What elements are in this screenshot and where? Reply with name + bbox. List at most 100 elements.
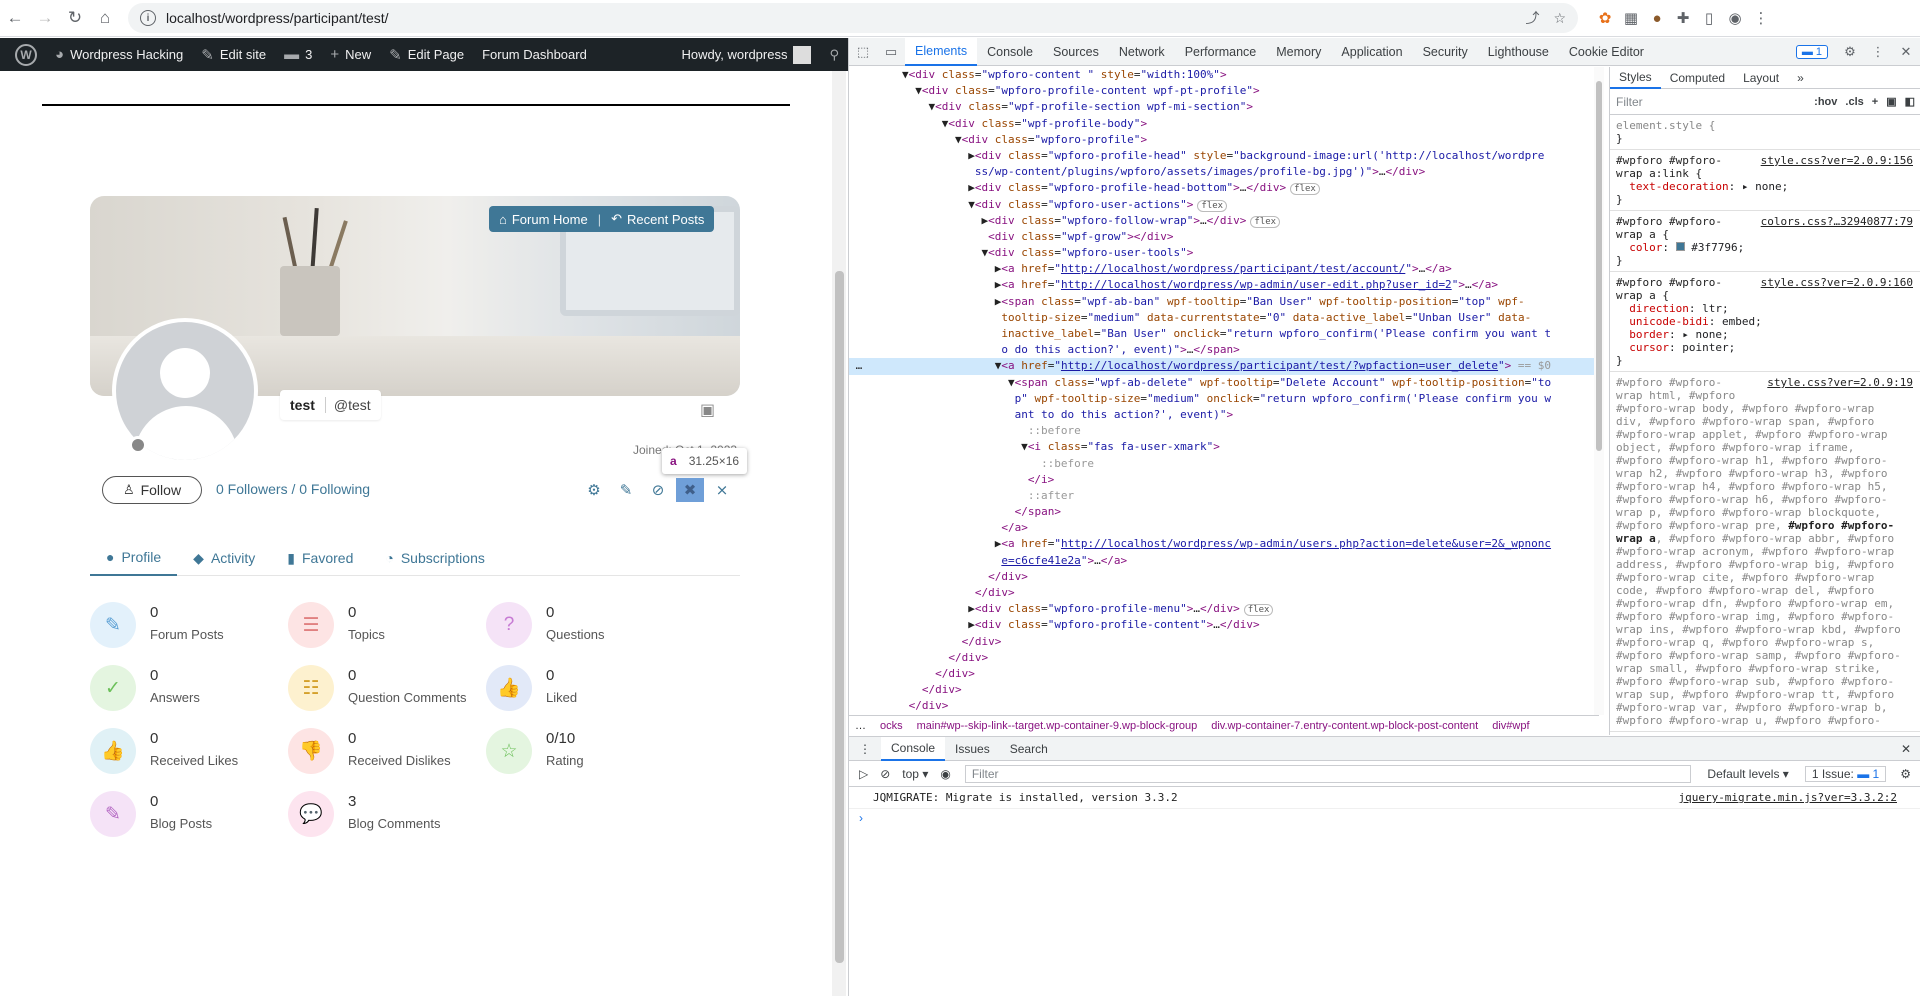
ban-user-icon[interactable]: ⊘ [644,478,672,502]
eye-icon[interactable]: ◉ [940,767,950,781]
tab-security[interactable]: Security [1413,38,1478,66]
devtools-tabbar: ⬚ ▭ Elements Console Sources Network Per… [849,37,1920,66]
styles-tabs: Styles Computed Layout » [1610,67,1920,89]
stat-item: 👎 0 Received Dislikes [288,728,451,774]
delete-account-icon[interactable]: ✖ [676,478,704,502]
breadcrumb-item[interactable]: ocks [880,720,903,732]
share-icon[interactable]: ⤴ [1525,8,1539,28]
tab-memory[interactable]: Memory [1266,38,1331,66]
stat-value: 3 [348,793,357,810]
breadcrumb-item[interactable]: div.wp-container-7.entry-content.wp-bloc… [1211,720,1478,732]
issues-badge[interactable]: ▬ 1 [1795,44,1828,59]
tab-favored[interactable]: ▮ Favored [271,540,369,576]
follow-button[interactable]: ♙ Follow [102,476,202,504]
more-tabs-icon[interactable]: » [1788,67,1813,89]
cover-photo-icon[interactable]: ▣ [700,400,715,420]
context-select[interactable]: top ▾ [902,767,928,781]
drawer-tab-search[interactable]: Search [1000,737,1058,761]
console-source-link[interactable]: jquery-migrate.min.js?ver=3.3.2:2 [1678,791,1897,804]
online-status-dot [129,436,147,454]
tab-console[interactable]: Console [977,38,1043,66]
tab-layout[interactable]: Layout [1734,67,1788,89]
extension-icon[interactable]: ✿ [1592,5,1618,31]
forward-icon[interactable]: → [30,3,60,33]
tab-sources[interactable]: Sources [1043,38,1109,66]
new-content-link[interactable]: + New [321,38,380,71]
recent-posts-link[interactable]: Recent Posts [627,212,704,227]
tab-performance[interactable]: Performance [1175,38,1267,66]
follow-counts[interactable]: 0 Followers / 0 Following [216,481,370,497]
howdy-account[interactable]: Howdy, wordpress [673,38,821,71]
comments-link[interactable]: ▬ 3 [275,38,321,71]
sidebar-toggle-icon[interactable]: ◧ [1905,95,1915,108]
breadcrumb-item[interactable]: div#wpf [1492,720,1529,732]
inspect-icon[interactable]: ⬚ [849,38,877,66]
forum-home-link[interactable]: Forum Home [512,212,588,227]
console-settings-icon[interactable]: ⚙ [1900,767,1911,781]
extension-qr-icon[interactable]: ▦ [1618,5,1644,31]
tab-subscriptions[interactable]: ◔ Subscriptions [369,540,501,576]
hov-toggle[interactable]: :hov [1814,96,1837,108]
home-icon[interactable]: ⌂ [90,3,120,33]
dom-tree-scrollbar[interactable] [1594,67,1604,715]
forum-dashboard-link[interactable]: Forum Dashboard [473,38,596,71]
drawer-tab-console[interactable]: Console [881,736,946,761]
wordpress-icon: W [15,43,37,66]
site-name-link[interactable]: ◕ Wordpress Hacking [46,38,192,71]
breadcrumb-item[interactable]: main#wp--skip-link--target.wp-container-… [917,720,1198,732]
tab-network[interactable]: Network [1109,38,1175,66]
dom-tree[interactable]: ▼<div class="wpforo-content " style="wid… [849,67,1599,715]
styles-filter[interactable]: Filter :hov .cls + ▣ ◧ [1610,89,1920,115]
cookie-icon[interactable]: ● [1644,5,1670,31]
tab-activity[interactable]: ◆ Activity [177,540,271,576]
levels-select[interactable]: Default levels ▾ [1707,767,1788,781]
site-info-icon[interactable]: i [140,10,156,26]
paint-icon[interactable]: ▣ [1886,95,1896,108]
edit-site-link[interactable]: ✎ Edit site [192,38,275,71]
bookmark-star-icon[interactable]: ☆ [1553,10,1566,27]
sidebar-icon[interactable]: ▷ [859,767,868,781]
tab-computed[interactable]: Computed [1661,67,1734,89]
tab-styles[interactable]: Styles [1610,67,1661,89]
issues-count[interactable]: 1 Issue: ▬ 1 [1804,765,1887,782]
tab-cookie-editor[interactable]: Cookie Editor [1559,38,1654,66]
close-icon[interactable]: ✕ [1892,38,1920,66]
device-toolbar-icon[interactable]: ▭ [877,38,905,66]
devtools-panel: ⬚ ▭ Elements Console Sources Network Per… [848,37,1920,996]
delete-user-icon[interactable]: ⨯ [708,478,736,502]
menu-icon[interactable]: ⋮ [1748,5,1774,31]
edit-page-link[interactable]: ✎ Edit Page [380,38,473,71]
stat-item: ✎ 0 Blog Posts [90,791,212,837]
search-icon[interactable]: ⚲ [820,38,848,71]
stat-label: Question Comments [348,690,467,705]
settings-gear-icon[interactable]: ⚙ [1836,38,1864,66]
sidepanel-icon[interactable]: ▯ [1696,5,1722,31]
stat-item: ☷ 0 Question Comments [288,665,467,711]
tab-profile[interactable]: ● Profile [90,540,178,576]
page-scrollbar[interactable] [832,71,846,996]
stat-item: ? 0 Questions [486,602,605,648]
drawer-close-icon[interactable]: ✕ [1891,737,1920,761]
stat-icon: ☷ [288,665,334,711]
console-filter-input[interactable]: Filter [964,764,1692,783]
tab-lighthouse[interactable]: Lighthouse [1478,38,1559,66]
styles-filter-input[interactable]: Filter [1616,95,1643,109]
profile-icon[interactable]: ◉ [1722,5,1748,31]
drawer-menu-icon[interactable]: ⋮ [849,737,881,761]
style-rule: style.css?ver=2.0.9:19 #wpforo #wpforo-w… [1610,372,1920,732]
tab-application[interactable]: Application [1331,38,1412,66]
cls-toggle[interactable]: .cls [1845,96,1863,108]
clear-console-icon[interactable]: ⊘ [880,767,890,781]
drawer-tab-issues[interactable]: Issues [945,737,1000,761]
back-icon[interactable]: ← [0,3,30,33]
wp-logo[interactable]: W [6,38,46,71]
console-prompt[interactable]: › [849,809,1920,827]
add-rule-icon[interactable]: + [1872,96,1878,108]
account-settings-icon[interactable]: ⚙ [580,478,608,502]
puzzle-icon[interactable]: ✚ [1670,5,1696,31]
tab-elements[interactable]: Elements [905,37,978,66]
edit-user-icon[interactable]: ✎ [612,478,640,502]
more-options-icon[interactable]: ⋮ [1864,38,1892,66]
reload-icon[interactable]: ↻ [60,3,90,33]
address-bar[interactable]: i localhost/wordpress/participant/test/ … [128,3,1578,33]
